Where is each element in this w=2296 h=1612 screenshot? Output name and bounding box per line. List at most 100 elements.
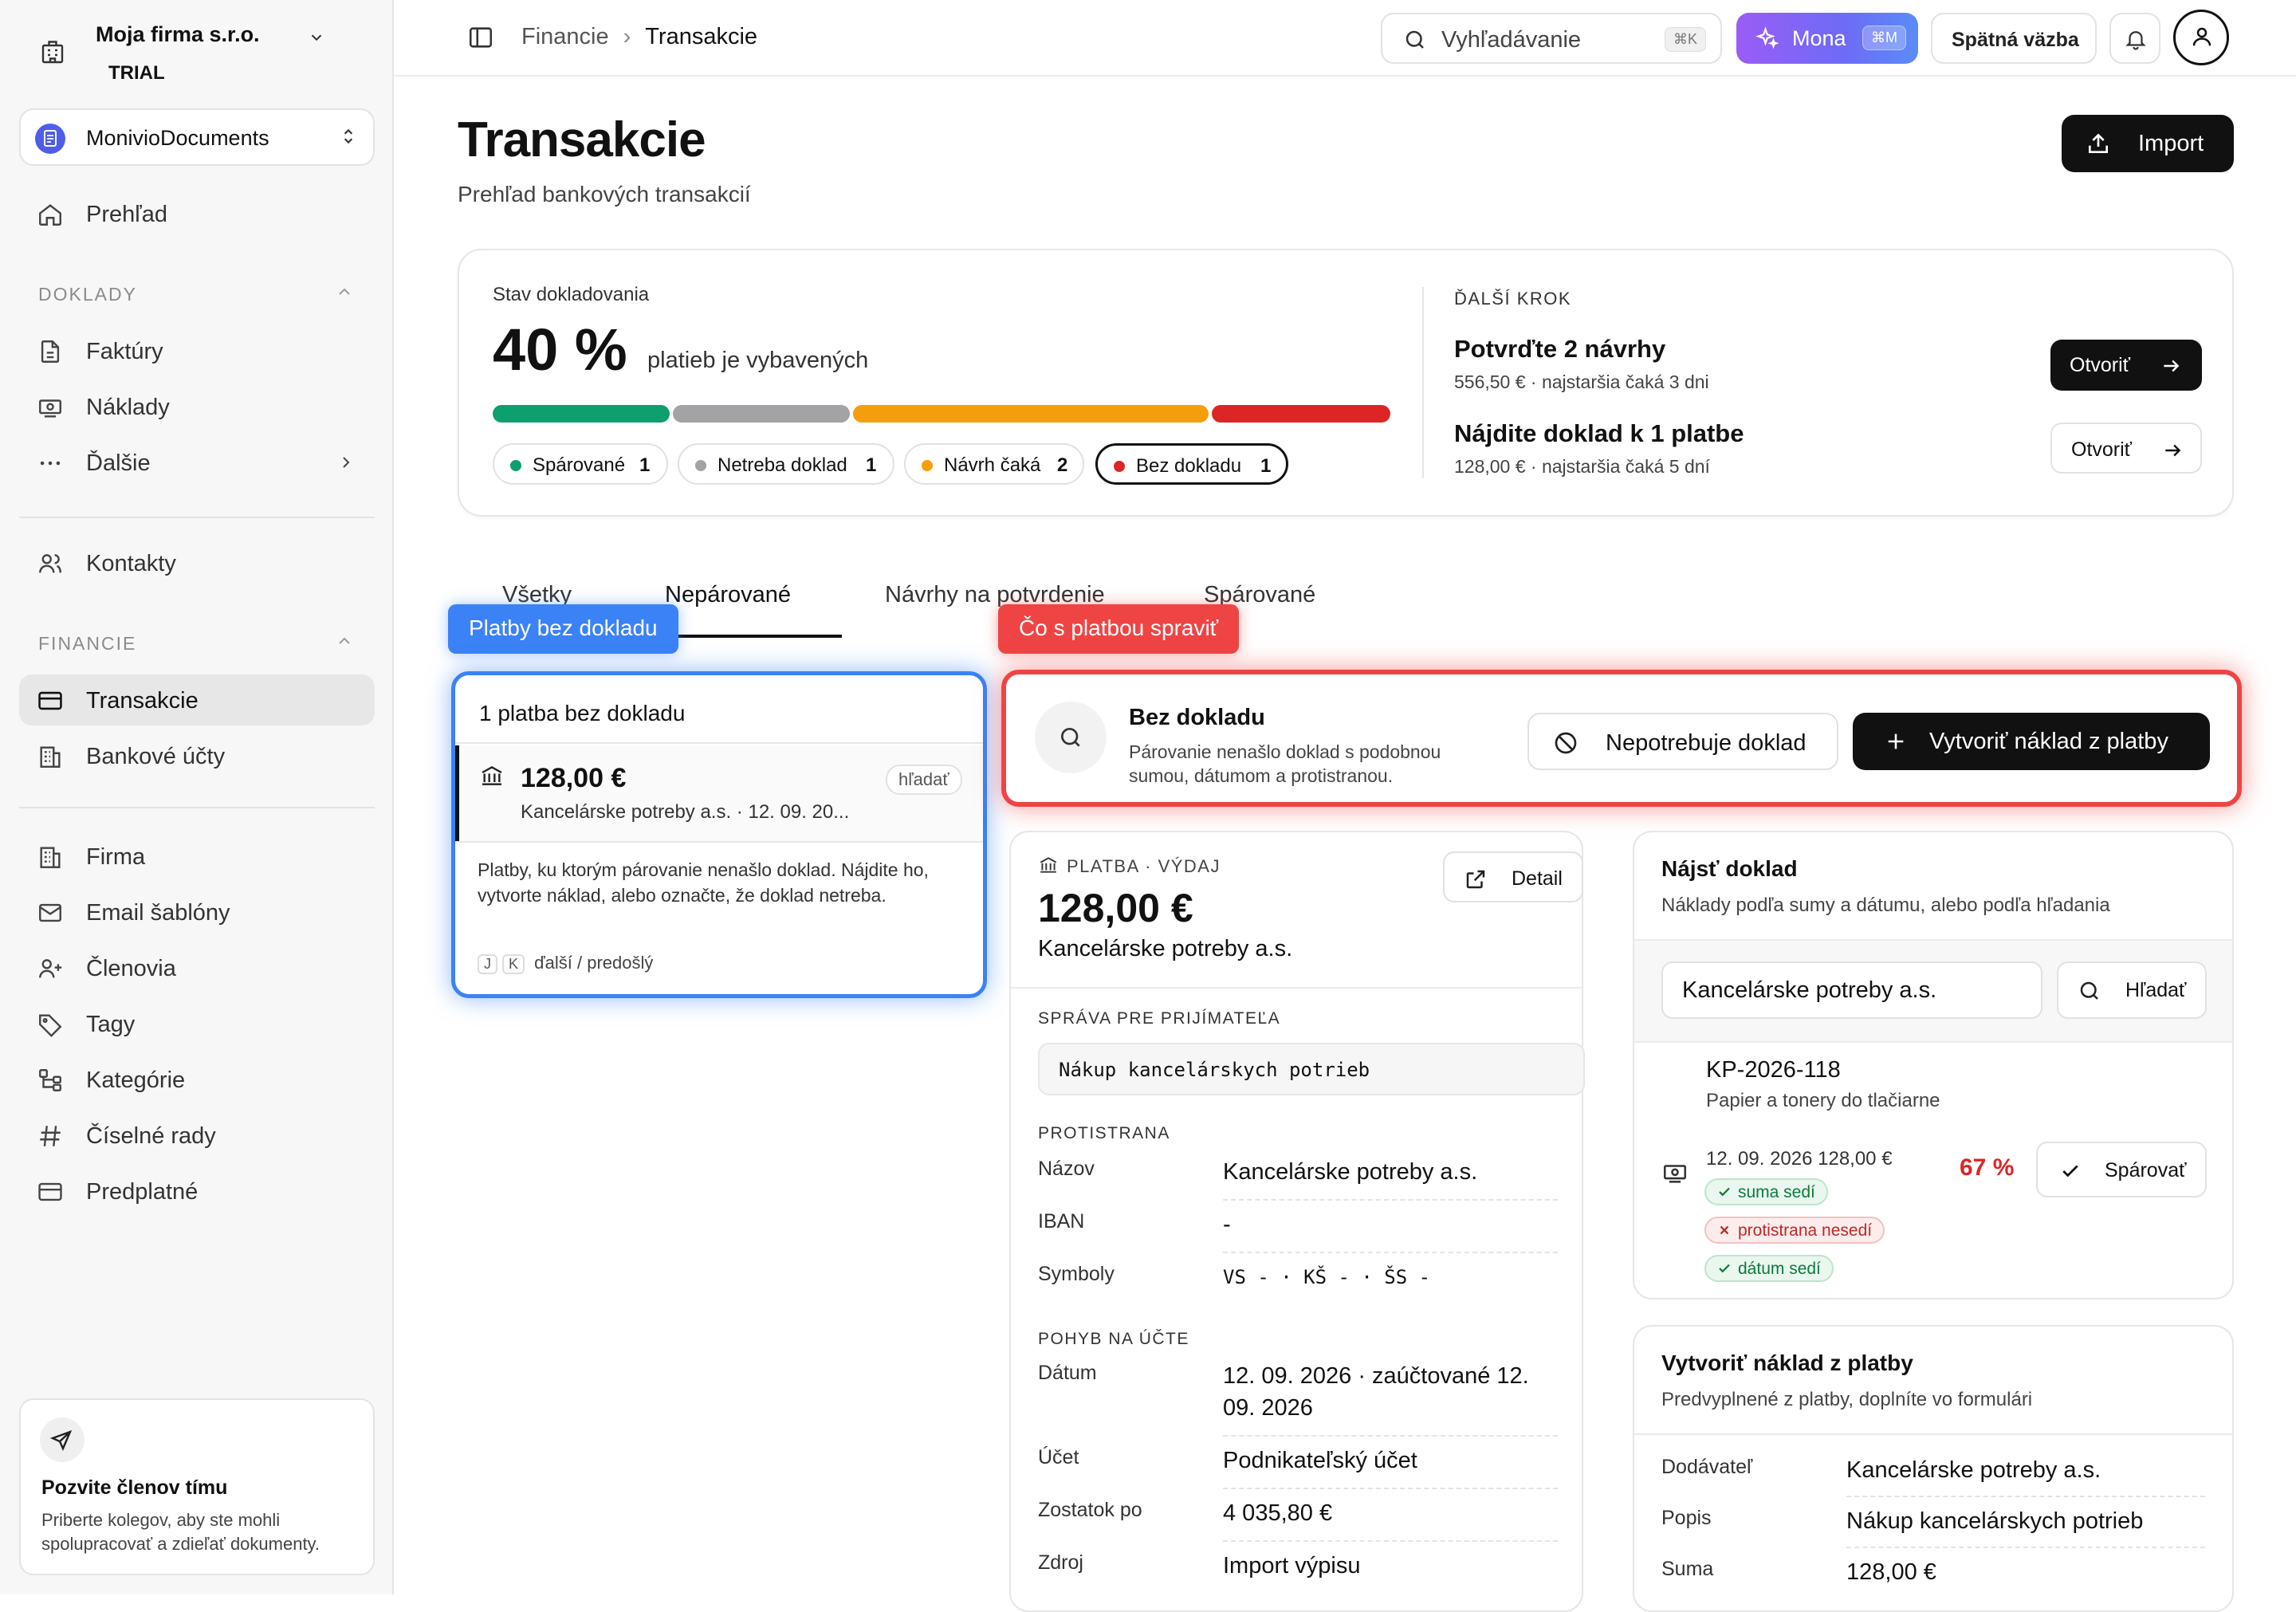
description-label: Popis [1661, 1507, 1712, 1529]
sidebar-item-subscription[interactable]: Predplatné [19, 1166, 375, 1217]
check-icon [2062, 1165, 2078, 1178]
account-label: Účet [1038, 1446, 1079, 1468]
symbols-value: VS - · KŠ - · ŠS - [1223, 1266, 1431, 1288]
search-button[interactable]: Hľadať [2057, 961, 2207, 1019]
chip-count: 1 [1260, 455, 1272, 477]
status-percent: 40 % [493, 317, 627, 383]
status-dot [1114, 461, 1125, 472]
description-value: Nákup kancelárskych potrieb [1846, 1508, 2144, 1534]
name-value: Kancelárske potreby a.s. [1223, 1159, 1478, 1185]
sidebar: Moja firma s.r.o. TRIAL MonivioDocuments… [0, 0, 394, 1594]
movement-heading: POHYB NA ÚČTE [1038, 1330, 1189, 1348]
sidebar-item-label: Ďalšie [86, 450, 151, 476]
tag-icon [37, 1011, 64, 1038]
import-button[interactable]: Import [2062, 115, 2234, 172]
divider [1422, 287, 1424, 478]
section-heading-documents: DOKLADY [38, 284, 350, 305]
section-heading-finance: FINANCIE [38, 633, 350, 655]
chevron-up-icon[interactable] [335, 282, 354, 301]
hash-icon [37, 1123, 64, 1150]
search-input[interactable]: Vyhľadávanie ⌘K [1381, 13, 1722, 64]
receipt-icon [1661, 1159, 1689, 1186]
user-avatar[interactable] [2173, 10, 2229, 65]
sidebar-item-label: Číselné rady [86, 1123, 216, 1149]
button-label: Otvoriť [2071, 438, 2133, 461]
button-label: Vytvoriť náklad z platby [1929, 729, 2168, 754]
sidebar-item-contacts[interactable]: Kontakty [19, 537, 375, 588]
bell-icon [2125, 31, 2146, 50]
breadcrumb-parent[interactable]: Financie [521, 24, 609, 49]
candidate-code: KP-2026-118 [1706, 1057, 1841, 1083]
source-value: Import výpisu [1223, 1553, 1361, 1579]
divider [1223, 1199, 1558, 1201]
divider [1223, 1435, 1558, 1437]
sidebar-item-overview[interactable]: Prehľad [19, 188, 375, 239]
sidebar-item-transactions[interactable]: Transakcie [19, 674, 375, 725]
sidebar-item-label: Firma [86, 844, 146, 870]
divider [1223, 1488, 1558, 1489]
sidebar-item-categories[interactable]: Kategórie [19, 1054, 375, 1105]
name-label: Názov [1038, 1158, 1095, 1180]
sidebar-item-expenses[interactable]: Náklady [19, 381, 375, 432]
chevron-up-icon[interactable] [335, 631, 354, 651]
find-title: Nájsť doklad [1661, 856, 1798, 881]
pair-button[interactable]: Spárovať [2036, 1142, 2207, 1197]
sidebar-item-members[interactable]: Členovia [19, 942, 375, 993]
sum-label: Suma [1661, 1558, 1714, 1580]
sidebar-item-company[interactable]: Firma [19, 831, 375, 882]
status-badge: hľadať [886, 765, 962, 795]
sidebar-item-tags[interactable]: Tagy [19, 998, 375, 1049]
detail-button[interactable]: Detail [1443, 851, 1583, 902]
iban-value: - [1223, 1212, 1231, 1237]
feedback-button[interactable]: Spätná väzba [1931, 13, 2097, 64]
action-description: Párovanie nenašlo doklad s podobnou sumo… [1129, 741, 1441, 786]
check-label: protistrana nesedí [1738, 1221, 1873, 1240]
document-icon [35, 124, 65, 154]
source-label: Zdroj [1038, 1551, 1083, 1574]
company-switcher[interactable]: Moja firma s.r.o. TRIAL [38, 18, 373, 92]
button-label: Detail [1512, 867, 1563, 890]
next-step-heading: ĎALŠÍ KROK [1454, 289, 1572, 309]
filter-chip-paired[interactable]: Spárované 1 [493, 443, 668, 485]
supplier-label: Dodávateľ [1661, 1456, 1753, 1478]
sidebar-item-bank-accounts[interactable]: Bankové účty [19, 730, 375, 781]
document-search-input[interactable]: Kancelárske potreby a.s. [1661, 961, 2042, 1019]
section-label: FINANCIE [38, 633, 137, 654]
filter-chip-waiting[interactable]: Návrh čaká 2 [904, 443, 1084, 485]
chevron-right-icon [336, 453, 356, 472]
open-proposals-button[interactable]: Otvoriť [2050, 340, 2202, 391]
search-shortcut: ⌘K [1665, 27, 1707, 52]
payment-action-card: Bez dokladu Párovanie nenašlo doklad s p… [1001, 670, 2242, 807]
workspace-switcher[interactable]: MonivioDocuments [19, 108, 375, 166]
filter-chip-not-needed[interactable]: Netreba doklad 1 [678, 443, 894, 485]
list-item[interactable]: 128,00 € Kancelárske potreby a.s. · 12. … [455, 745, 983, 843]
invite-description: Priberte kolegov, aby ste mohli spolupra… [41, 1510, 320, 1554]
sidebar-item-number-series[interactable]: Číselné rady [19, 1110, 375, 1161]
keyboard-hint: JK ďalší / predošlý [478, 953, 653, 974]
sidebar-item-email-templates[interactable]: Email šablóny [19, 887, 375, 938]
unmatched-payments-list: 1 platba bez dokladu 128,00 € Kancelársk… [451, 671, 987, 998]
plan-badge: TRIAL [108, 62, 165, 84]
date-label: Dátum [1038, 1362, 1097, 1384]
notifications-button[interactable] [2109, 13, 2160, 64]
create-expense-button[interactable]: Vytvoriť náklad z platby [1853, 713, 2210, 770]
candidate-description: Papier a tonery do tlačiarne [1706, 1090, 1940, 1111]
not-needed-button[interactable]: Nepotrebuje doklad [1527, 713, 1838, 770]
sidebar-item-invoices[interactable]: Faktúry [19, 325, 375, 376]
action-title: Bez dokladu [1129, 705, 1265, 730]
open-missing-doc-button[interactable]: Otvoriť [2050, 423, 2202, 474]
invite-card[interactable]: Pozvite členov tímu Priberte kolegov, ab… [19, 1398, 375, 1575]
divider [19, 517, 375, 518]
counterparty-heading: PROTISTRANA [1038, 1124, 1170, 1142]
check-label: suma sedí [1738, 1183, 1815, 1201]
list-header-label: 1 platba bez dokladu [479, 701, 686, 725]
sparkles-icon [1755, 26, 1779, 50]
sidebar-item-label: Email šablóny [86, 900, 230, 926]
sidebar-item-more[interactable]: Ďalšie [19, 437, 375, 488]
mona-assistant-button[interactable]: Mona ⌘M [1736, 13, 1918, 64]
sidebar-toggle-icon[interactable] [467, 24, 494, 51]
tab-unmatched[interactable]: Nepárované [665, 582, 791, 608]
page-subtitle: Prehľad bankových transakcií [458, 182, 751, 206]
filter-chip-missing[interactable]: Bez dokladu 1 [1095, 443, 1288, 485]
arrow-right-icon [2165, 444, 2181, 457]
